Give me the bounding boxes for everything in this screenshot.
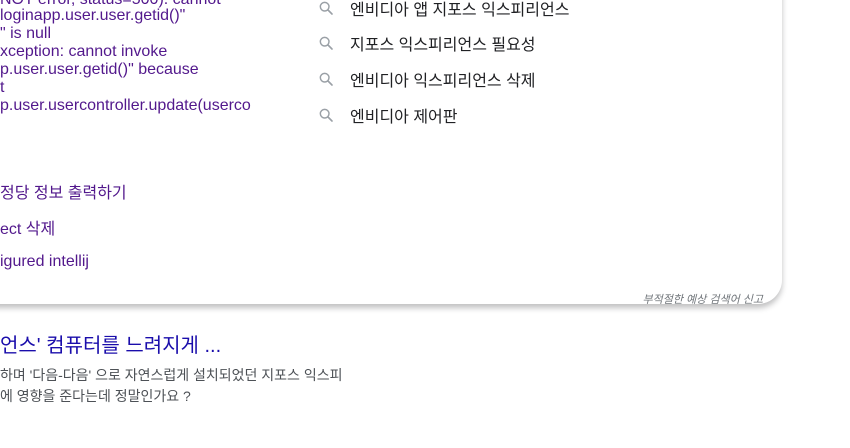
search-icon: [319, 36, 333, 50]
history-item[interactable]: p.user.usercontroller.update(userco: [0, 97, 251, 115]
result-snippet: 에 영향을 준다는데 정말인가요 ?: [0, 388, 191, 404]
suggestion-label: 엔비디아 앱 지포스 익스피리언스: [350, 2, 570, 19]
result-title-link[interactable]: 언스' 컴퓨터를 느려지게 ...: [0, 329, 221, 358]
result-snippet: 하며 '다음-다음' 으로 자연스럽게 설치되었던 지포스 익스피: [0, 367, 343, 383]
history-item[interactable]: p.user.user.getid()" because: [0, 61, 199, 79]
suggestion-label: 엔비디아 익스피리언스 삭제: [350, 73, 536, 90]
search-page: NOT error, status=500). cannot loginapp.…: [0, 0, 850, 448]
suggestion-item[interactable]: 엔비디아 제어판: [318, 101, 458, 129]
report-predictions-link[interactable]: 부적절한 예상 검색어 신고: [643, 291, 764, 307]
suggestion-item[interactable]: 엔비디아 익스피리언스 삭제: [318, 65, 536, 93]
suggestion-item[interactable]: 엔비디아 앱 지포스 익스피리언스: [318, 0, 569, 22]
history-item[interactable]: t: [0, 79, 4, 97]
history-item[interactable]: 정당 정보 출력하기: [0, 185, 127, 203]
history-item[interactable]: " is null: [0, 25, 51, 43]
search-icon: [319, 1, 333, 15]
suggestion-label: 엔비디아 제어판: [350, 109, 458, 126]
suggestion-item[interactable]: 지포스 익스피리언스 필요성: [318, 29, 536, 57]
history-item[interactable]: igured intellij: [0, 253, 89, 271]
history-item[interactable]: loginapp.user.user.getid()": [0, 7, 185, 25]
suggestion-label: 지포스 익스피리언스 필요성: [350, 37, 536, 54]
search-icon: [319, 72, 333, 86]
history-item[interactable]: xception: cannot invoke: [0, 43, 167, 61]
history-item[interactable]: ect 삭제: [0, 221, 55, 239]
search-icon: [319, 108, 333, 122]
